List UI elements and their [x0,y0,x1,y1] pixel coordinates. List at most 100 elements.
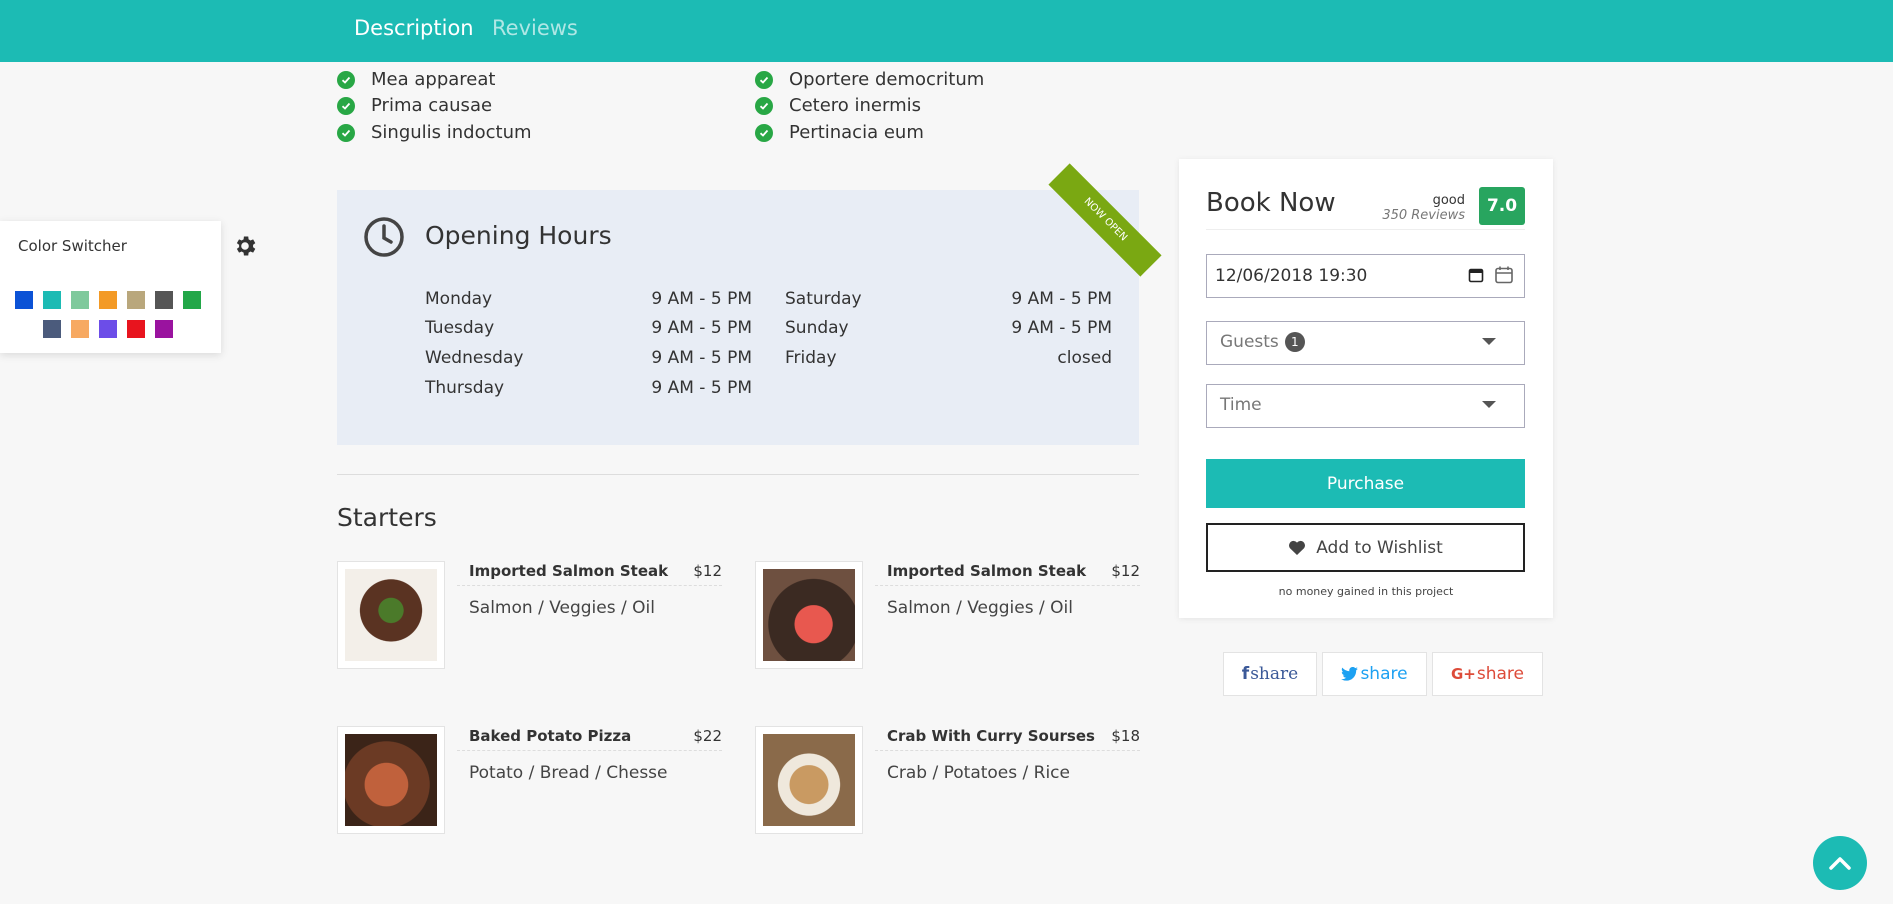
color-swatch[interactable] [43,320,61,338]
tab-description[interactable]: Description [354,16,474,40]
color-swatch[interactable] [127,291,145,309]
color-swatch[interactable] [71,291,89,309]
chevron-up-icon [1828,855,1852,871]
chevron-down-icon [1482,401,1496,408]
feature-item: Cetero inermis [755,95,921,116]
hours-day: Thursday [425,378,505,398]
calendar-icon[interactable] [1494,265,1514,289]
dashed-divider [875,585,1140,586]
color-swatch[interactable] [99,320,117,338]
hours-value: 9 AM - 5 PM [651,318,752,338]
feature-item: Singulis indoctum [337,122,532,143]
twitter-share-label: share [1360,664,1408,684]
hours-value: 9 AM - 5 PM [1011,318,1112,338]
date-time-input[interactable]: 12/06/2018 19:30 [1206,254,1525,298]
dashed-divider [457,585,722,586]
check-icon [337,123,355,142]
menu-item-name: Baked Potato Pizza [469,727,632,745]
date-time-value: 12/06/2018 19:30 [1215,266,1368,286]
menu-item-desc: Crab / Potatoes / Rice [887,763,1070,783]
hours-value: 9 AM - 5 PM [651,378,752,398]
color-swatch[interactable] [155,291,173,309]
hours-day: Wednesday [425,348,524,368]
color-swatch[interactable] [183,291,201,309]
purchase-button[interactable]: Purchase [1206,459,1525,508]
hours-day: Saturday [785,289,862,309]
hours-day: Tuesday [425,318,495,338]
color-swatch[interactable] [155,320,173,338]
color-swatch[interactable] [15,291,33,309]
feature-label: Pertinacia eum [789,122,924,143]
twitter-icon [1341,667,1359,681]
dish-photo [763,734,855,826]
color-swatch[interactable] [71,320,89,338]
check-icon [755,70,773,89]
menu-item-name: Crab With Curry Sourses [887,727,1095,745]
twitter-share-button[interactable]: share [1322,652,1427,696]
scroll-to-top-button[interactable] [1813,836,1867,890]
menu-item-image[interactable] [337,726,445,834]
google-share-label: share [1476,664,1524,684]
booking-title: Book Now [1206,188,1336,218]
section-divider [337,474,1139,475]
menu-item-image[interactable] [337,561,445,669]
menu-item-name: Imported Salmon Steak [469,562,669,580]
chevron-down-icon [1482,338,1496,345]
dashed-divider [457,750,722,751]
rating-word: good [1432,193,1465,208]
check-icon [755,123,773,142]
guests-select-content: Guests 1 [1220,332,1305,352]
clock-icon [363,216,405,262]
booking-note: no money gained in this project [1278,585,1454,598]
menu-item-desc: Salmon / Veggies / Oil [469,598,655,618]
opening-hours-box: Opening Hours Monday 9 AM - 5 PM Tuesday… [337,190,1139,445]
menu-item-price: $18 [1111,727,1140,745]
guests-count-badge: 1 [1284,332,1305,352]
dashed-divider [875,750,1140,751]
dish-photo [345,569,437,661]
feature-label: Prima causae [371,95,493,116]
color-swatch[interactable] [43,291,61,309]
menu-item-image[interactable] [755,561,863,669]
time-select[interactable]: Time [1206,384,1525,428]
dish-photo [763,569,855,661]
menu-item-price: $12 [693,562,722,580]
guests-select[interactable]: Guests 1 [1206,321,1525,365]
menu-item-image[interactable] [755,726,863,834]
tab-reviews[interactable]: Reviews [492,16,578,40]
color-swatch[interactable] [99,291,117,309]
check-icon [337,96,355,115]
feature-label: Oportere democritum [789,69,985,90]
color-switcher-title: Color Switcher [18,237,127,255]
heart-icon [1288,540,1306,556]
feature-item: Oportere democritum [755,69,984,90]
hours-value: 9 AM - 5 PM [651,289,752,309]
facebook-icon: f [1241,664,1250,684]
feature-item: Prima causae [337,95,492,116]
wishlist-label: Add to Wishlist [1316,537,1443,558]
menu-item-price: $22 [693,727,722,745]
menu-item-name: Imported Salmon Steak [887,562,1087,580]
check-icon [337,70,355,89]
color-swatch[interactable] [127,320,145,338]
facebook-share-label: share [1250,664,1299,684]
top-tab-bar: Description Reviews [0,0,1893,62]
time-placeholder: Time [1220,395,1262,415]
reviews-count[interactable]: 350 Reviews [1382,208,1465,223]
calendar-small-icon[interactable] [1468,267,1484,287]
opening-hours-title: Opening Hours [425,221,612,250]
gear-icon[interactable] [232,233,258,263]
hours-value: closed [1057,348,1112,368]
feature-label: Mea appareat [371,69,496,90]
starters-heading: Starters [337,503,437,532]
dish-photo [345,734,437,826]
hours-value: 9 AM - 5 PM [1011,289,1112,309]
menu-item-desc: Potato / Bread / Chesse [469,763,668,783]
google-plus-share-button[interactable]: G+ share [1432,652,1543,696]
google-plus-icon: G+ [1450,665,1476,683]
add-to-wishlist-button[interactable]: Add to Wishlist [1206,523,1525,572]
booking-card: Book Now good 350 Reviews 7.0 12/06/2018… [1179,159,1553,618]
hours-value: 9 AM - 5 PM [651,348,752,368]
facebook-share-button[interactable]: f share [1223,652,1317,696]
rating-score-badge: 7.0 [1479,187,1525,225]
